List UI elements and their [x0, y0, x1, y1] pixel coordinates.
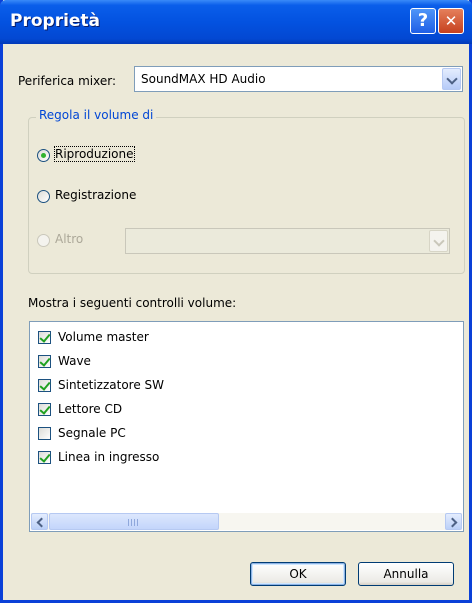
checkbox-wave[interactable]: [38, 355, 51, 368]
grip-icon: [128, 519, 138, 526]
chevron-down-icon: [446, 73, 458, 85]
chevron-left-icon: [36, 517, 47, 528]
altro-device-select: [125, 228, 450, 254]
radio-altro-label: Altro: [55, 232, 84, 246]
list-item-label: Linea in ingresso: [58, 450, 160, 464]
checkbox-volume-master[interactable]: [38, 331, 51, 344]
chevron-right-icon: [447, 517, 458, 528]
chevron-down-icon: [433, 235, 445, 247]
title-bar[interactable]: Proprietà ? ✕: [0, 0, 472, 44]
radio-registrazione-label[interactable]: Registrazione: [55, 188, 136, 202]
close-icon: ✕: [444, 12, 458, 30]
help-icon: ?: [417, 10, 429, 31]
horizontal-scrollbar[interactable]: [31, 513, 462, 530]
volume-group-legend: Regola il volume di: [36, 108, 157, 122]
scrollbar-thumb[interactable]: [49, 513, 219, 530]
list-item-label: Sintetizzatore SW: [58, 378, 165, 392]
checkbox-segnale-pc[interactable]: [38, 427, 51, 440]
help-button[interactable]: ?: [410, 8, 436, 34]
radio-altro: [37, 234, 50, 247]
altro-dropdown-button: [429, 230, 448, 252]
radio-riproduzione[interactable]: [37, 149, 50, 162]
checkbox-lettore-cd[interactable]: [38, 403, 51, 416]
list-item-label: Wave: [58, 354, 91, 368]
cancel-button[interactable]: Annulla: [358, 562, 454, 586]
scroll-left-button[interactable]: [31, 513, 48, 530]
list-item-label: Segnale PC: [58, 426, 126, 440]
mixer-device-label: Periferica mixer:: [18, 74, 117, 88]
radio-riproduzione-label[interactable]: Riproduzione: [54, 146, 135, 162]
ok-button[interactable]: OK: [250, 562, 346, 586]
mixer-device-value: SoundMAX HD Audio: [141, 72, 266, 86]
checkbox-linea-in-ingresso[interactable]: [38, 451, 51, 464]
volume-controls-list[interactable]: Volume master Wave Sintetizzatore SW Let…: [29, 321, 464, 532]
mixer-device-select[interactable]: SoundMAX HD Audio: [134, 66, 463, 92]
radio-registrazione[interactable]: [37, 190, 50, 203]
list-item-label: Lettore CD: [58, 402, 123, 416]
window-title: Proprietà: [10, 11, 101, 31]
properties-dialog: Proprietà ? ✕ Periferica mixer: SoundMAX…: [0, 0, 472, 603]
controls-list-label: Mostra i seguenti controlli volume:: [28, 296, 237, 310]
mixer-dropdown-button[interactable]: [442, 68, 461, 90]
scroll-right-button[interactable]: [445, 513, 462, 530]
close-button[interactable]: ✕: [438, 8, 464, 34]
checkbox-sintetizzatore-sw[interactable]: [38, 379, 51, 392]
list-item-label: Volume master: [58, 330, 149, 344]
